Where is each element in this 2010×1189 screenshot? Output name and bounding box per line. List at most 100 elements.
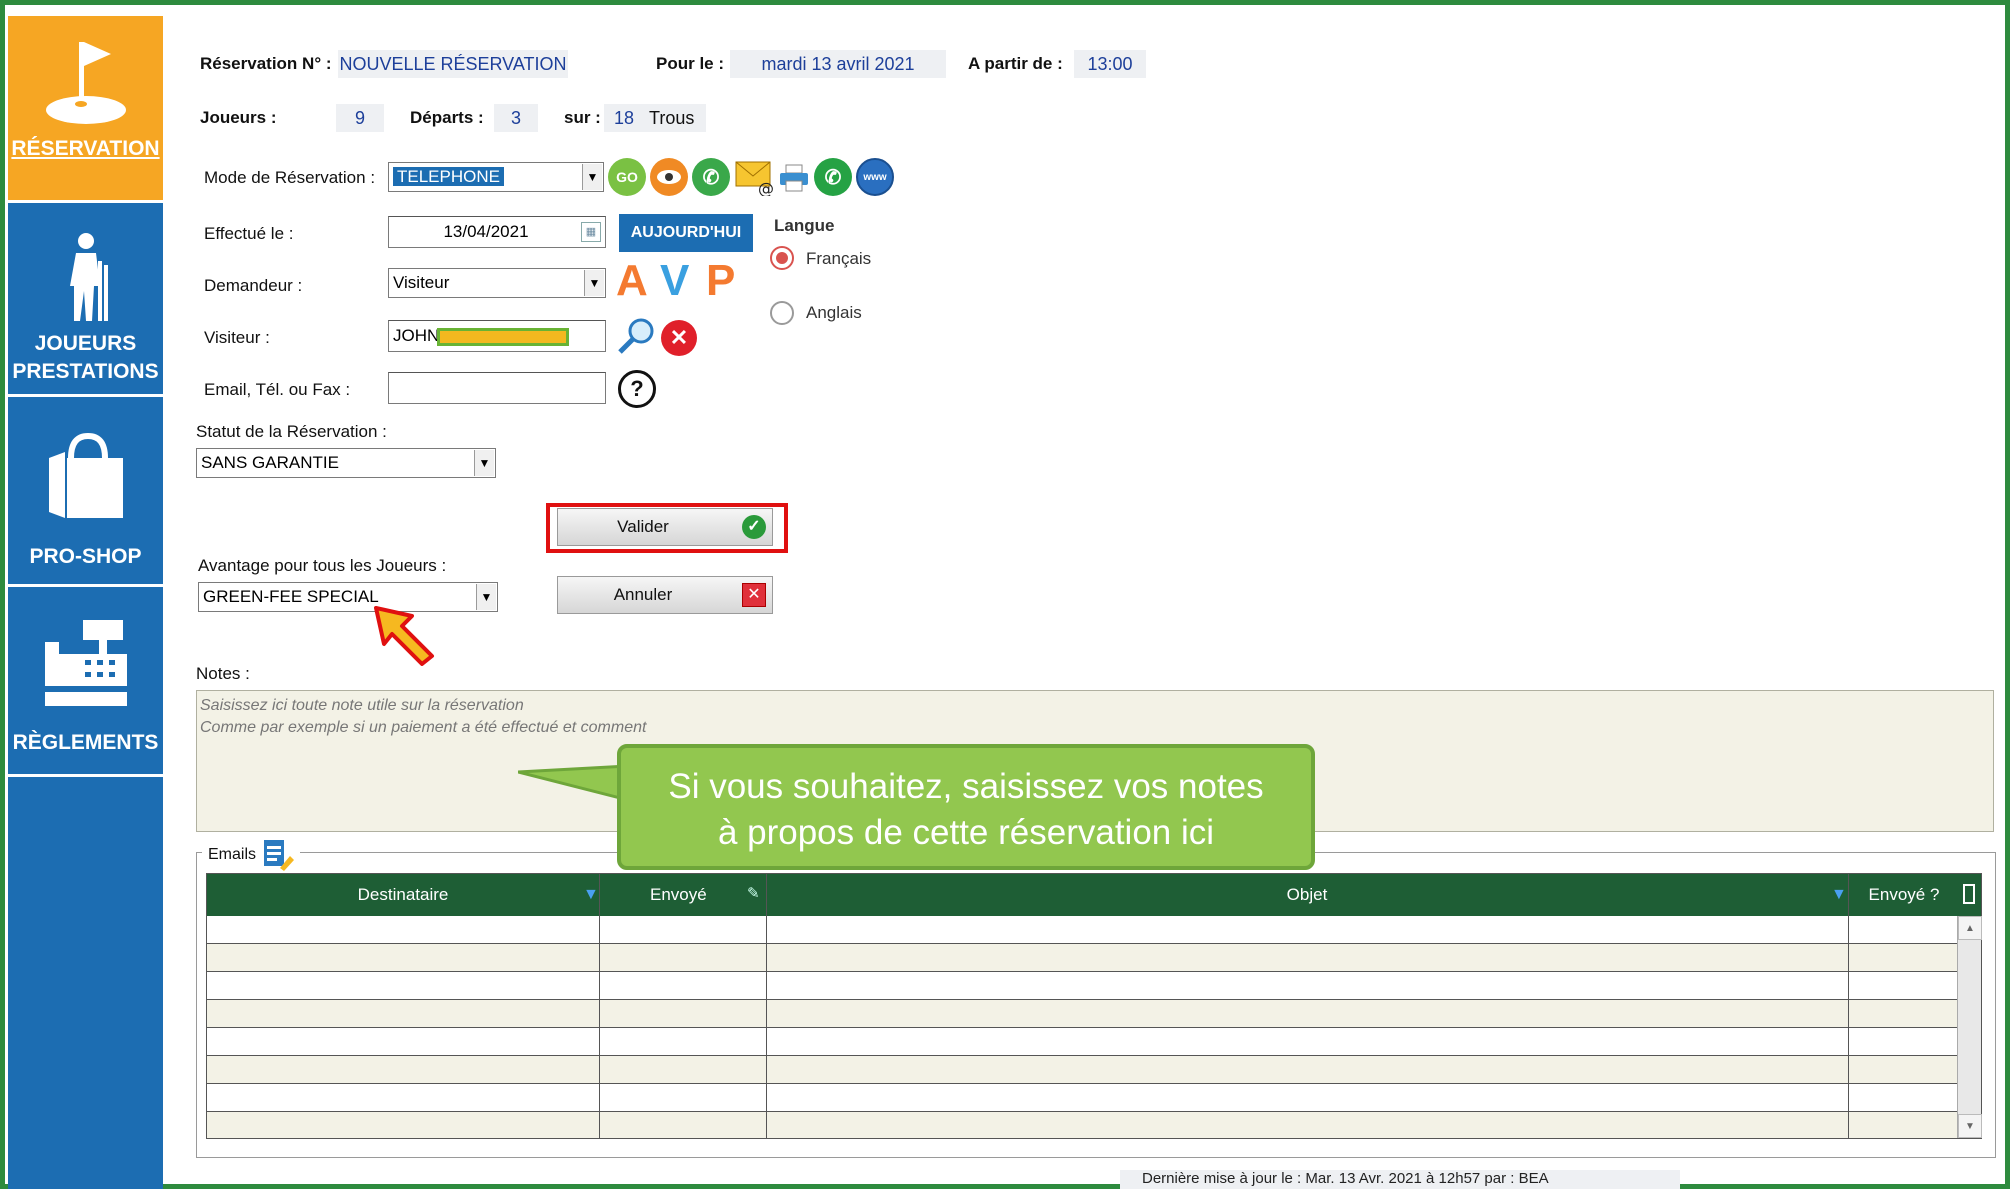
avp-a-icon[interactable]: A (616, 256, 648, 306)
effectue-date-field[interactable]: 13/04/2021 ▦ (388, 216, 606, 248)
phone-icon[interactable]: ✆ (692, 158, 730, 196)
table-row[interactable] (207, 1028, 1957, 1056)
wrench-icon[interactable]: ✎ (747, 884, 760, 902)
mode-select[interactable]: TELEPHONE ▼ (388, 162, 604, 192)
redacted-name (437, 328, 569, 346)
pour-le-label: Pour le : (656, 54, 725, 73)
sidebar: RÉSERVATION JOUEURS PRESTATIONS PRO-SHOP (8, 16, 163, 1189)
nav-pro-shop-label: PRO-SHOP (29, 545, 142, 568)
table-row[interactable] (207, 916, 1957, 944)
visiteur-label: Visiteur : (204, 328, 270, 347)
nav-pro-shop[interactable]: PRO-SHOP (8, 416, 163, 596)
chevron-down-icon: ▼ (474, 450, 494, 476)
magnifier-search-icon[interactable] (616, 316, 656, 356)
col-envoye-question[interactable]: Envoyé ? (1849, 874, 1959, 916)
avantage-select[interactable]: GREEN-FEE SPECIAL ▼ (198, 582, 498, 612)
pour-le-value: mardi 13 avril 2021 (730, 50, 946, 78)
clear-close-icon[interactable]: ✕ (661, 320, 697, 356)
trous-value-box: 18 Trous (604, 104, 706, 132)
nav-reservation[interactable]: RÉSERVATION (8, 16, 163, 200)
avp-v-icon[interactable]: V (660, 256, 689, 306)
nav-joueurs-prestations[interactable]: JOUEURS PRESTATIONS (8, 221, 163, 401)
col-objet[interactable]: Objet (767, 874, 1847, 916)
scroll-down-arrow-icon[interactable]: ▼ (1958, 1114, 1982, 1138)
calendar-icon[interactable]: ▦ (581, 222, 601, 242)
col-destinataire[interactable]: Destinataire (207, 874, 599, 916)
chevron-down-icon: ▼ (582, 164, 602, 190)
today-button[interactable]: AUJOURD'HUI (619, 214, 753, 252)
valider-button[interactable]: Valider ✓ (557, 508, 773, 546)
departs-label: Départs : (410, 108, 484, 127)
column-chooser-icon[interactable] (1963, 884, 1975, 904)
filter-icon[interactable]: ▼ (1831, 886, 1847, 904)
effectue-date-value: 13/04/2021 (443, 222, 529, 241)
notes-label: Notes : (196, 664, 250, 683)
statut-label: Statut de la Réservation : (196, 422, 387, 441)
notes-placeholder-line2: Comme par exemple si un paiement a été e… (200, 719, 647, 736)
annuler-button[interactable]: Annuler ✕ (557, 576, 773, 614)
mode-label: Mode de Réservation : (204, 168, 376, 187)
avp-p-icon[interactable]: P (706, 256, 735, 306)
filter-icon[interactable]: ▼ (583, 886, 599, 904)
last-update-footer: Dernière mise à jour le : Mar. 13 Avr. 2… (1120, 1170, 1680, 1189)
nav-reglements[interactable]: RÈGLEMENTS (8, 606, 163, 786)
callout-line1: Si vous souhaitez, saisissez vos notes (668, 767, 1264, 806)
nav-reservation-label: RÉSERVATION (11, 137, 160, 160)
radio-anglais[interactable] (770, 301, 794, 325)
joueurs-value: 9 (336, 104, 384, 132)
visiteur-field[interactable]: JOHN (388, 320, 606, 352)
scroll-up-arrow-icon[interactable]: ▲ (1958, 916, 1982, 940)
column-divider (599, 874, 600, 1138)
table-scrollbar[interactable]: ▲ ▼ (1957, 916, 1982, 1138)
a-partir-value: 13:00 (1074, 50, 1146, 78)
table-row[interactable] (207, 972, 1957, 1000)
emails-group-header: Emails (202, 838, 301, 872)
emails-table-header: Destinataire ▼ Envoyé ✎ Objet ▼ Envoyé ? (207, 874, 1981, 916)
golf-flag-icon (45, 42, 126, 124)
reservation-number-value: NOUVELLE RÉSERVATION (338, 50, 568, 78)
nav-divider (8, 200, 163, 203)
demandeur-select[interactable]: Visiteur ▼ (388, 268, 606, 298)
email-icon[interactable]: @ (734, 156, 774, 196)
column-divider (766, 874, 767, 1138)
nav-joueurs-label: JOUEURS (34, 332, 137, 355)
pointer-arrow-icon (374, 606, 434, 666)
nav-reglements-label: RÈGLEMENTS (12, 731, 159, 754)
web-globe-icon[interactable]: www (856, 158, 894, 196)
a-partir-label: A partir de : (968, 54, 1063, 73)
email-label: Email, Tél. ou Fax : (204, 380, 351, 399)
shopping-bag-icon (48, 432, 123, 518)
nav-divider (8, 774, 163, 777)
table-row[interactable] (207, 1000, 1957, 1028)
trous-label: Trous (649, 108, 695, 128)
nav-prestations-label: PRESTATIONS (12, 360, 159, 383)
col-envoye[interactable]: Envoyé (600, 874, 766, 916)
reservation-number-label: Réservation N° : (200, 54, 332, 73)
table-row[interactable] (207, 944, 1957, 972)
table-row[interactable] (207, 1056, 1957, 1084)
table-row[interactable] (207, 1112, 1957, 1138)
table-row[interactable] (207, 1084, 1957, 1112)
statut-select-value: SANS GARANTIE (201, 453, 339, 472)
effectue-label: Effectué le : (204, 224, 294, 243)
annuler-label: Annuler (613, 585, 673, 604)
help-question-icon[interactable]: ? (618, 370, 656, 408)
email-field[interactable] (388, 372, 606, 404)
chevron-down-icon: ▼ (476, 584, 496, 610)
radio-francais-label: Français (806, 249, 872, 268)
column-divider (1848, 874, 1849, 1138)
go-icon[interactable]: GO (608, 158, 646, 196)
nav-divider (8, 584, 163, 587)
edit-document-icon[interactable] (262, 838, 295, 872)
avantage-label: Avantage pour tous les Joueurs : (198, 556, 447, 575)
notes-help-callout: Si vous souhaitez, saisissez vos notes à… (617, 744, 1315, 870)
sur-label: sur : (564, 108, 601, 127)
eye-icon[interactable] (650, 158, 688, 196)
demandeur-select-value: Visiteur (393, 273, 450, 292)
whatsapp-icon[interactable]: ✆ (814, 158, 852, 196)
checkmark-icon: ✓ (742, 515, 766, 539)
radio-francais[interactable] (770, 246, 794, 270)
printer-icon[interactable] (776, 160, 812, 196)
statut-select[interactable]: SANS GARANTIE ▼ (196, 448, 496, 478)
departs-value: 3 (494, 104, 538, 132)
